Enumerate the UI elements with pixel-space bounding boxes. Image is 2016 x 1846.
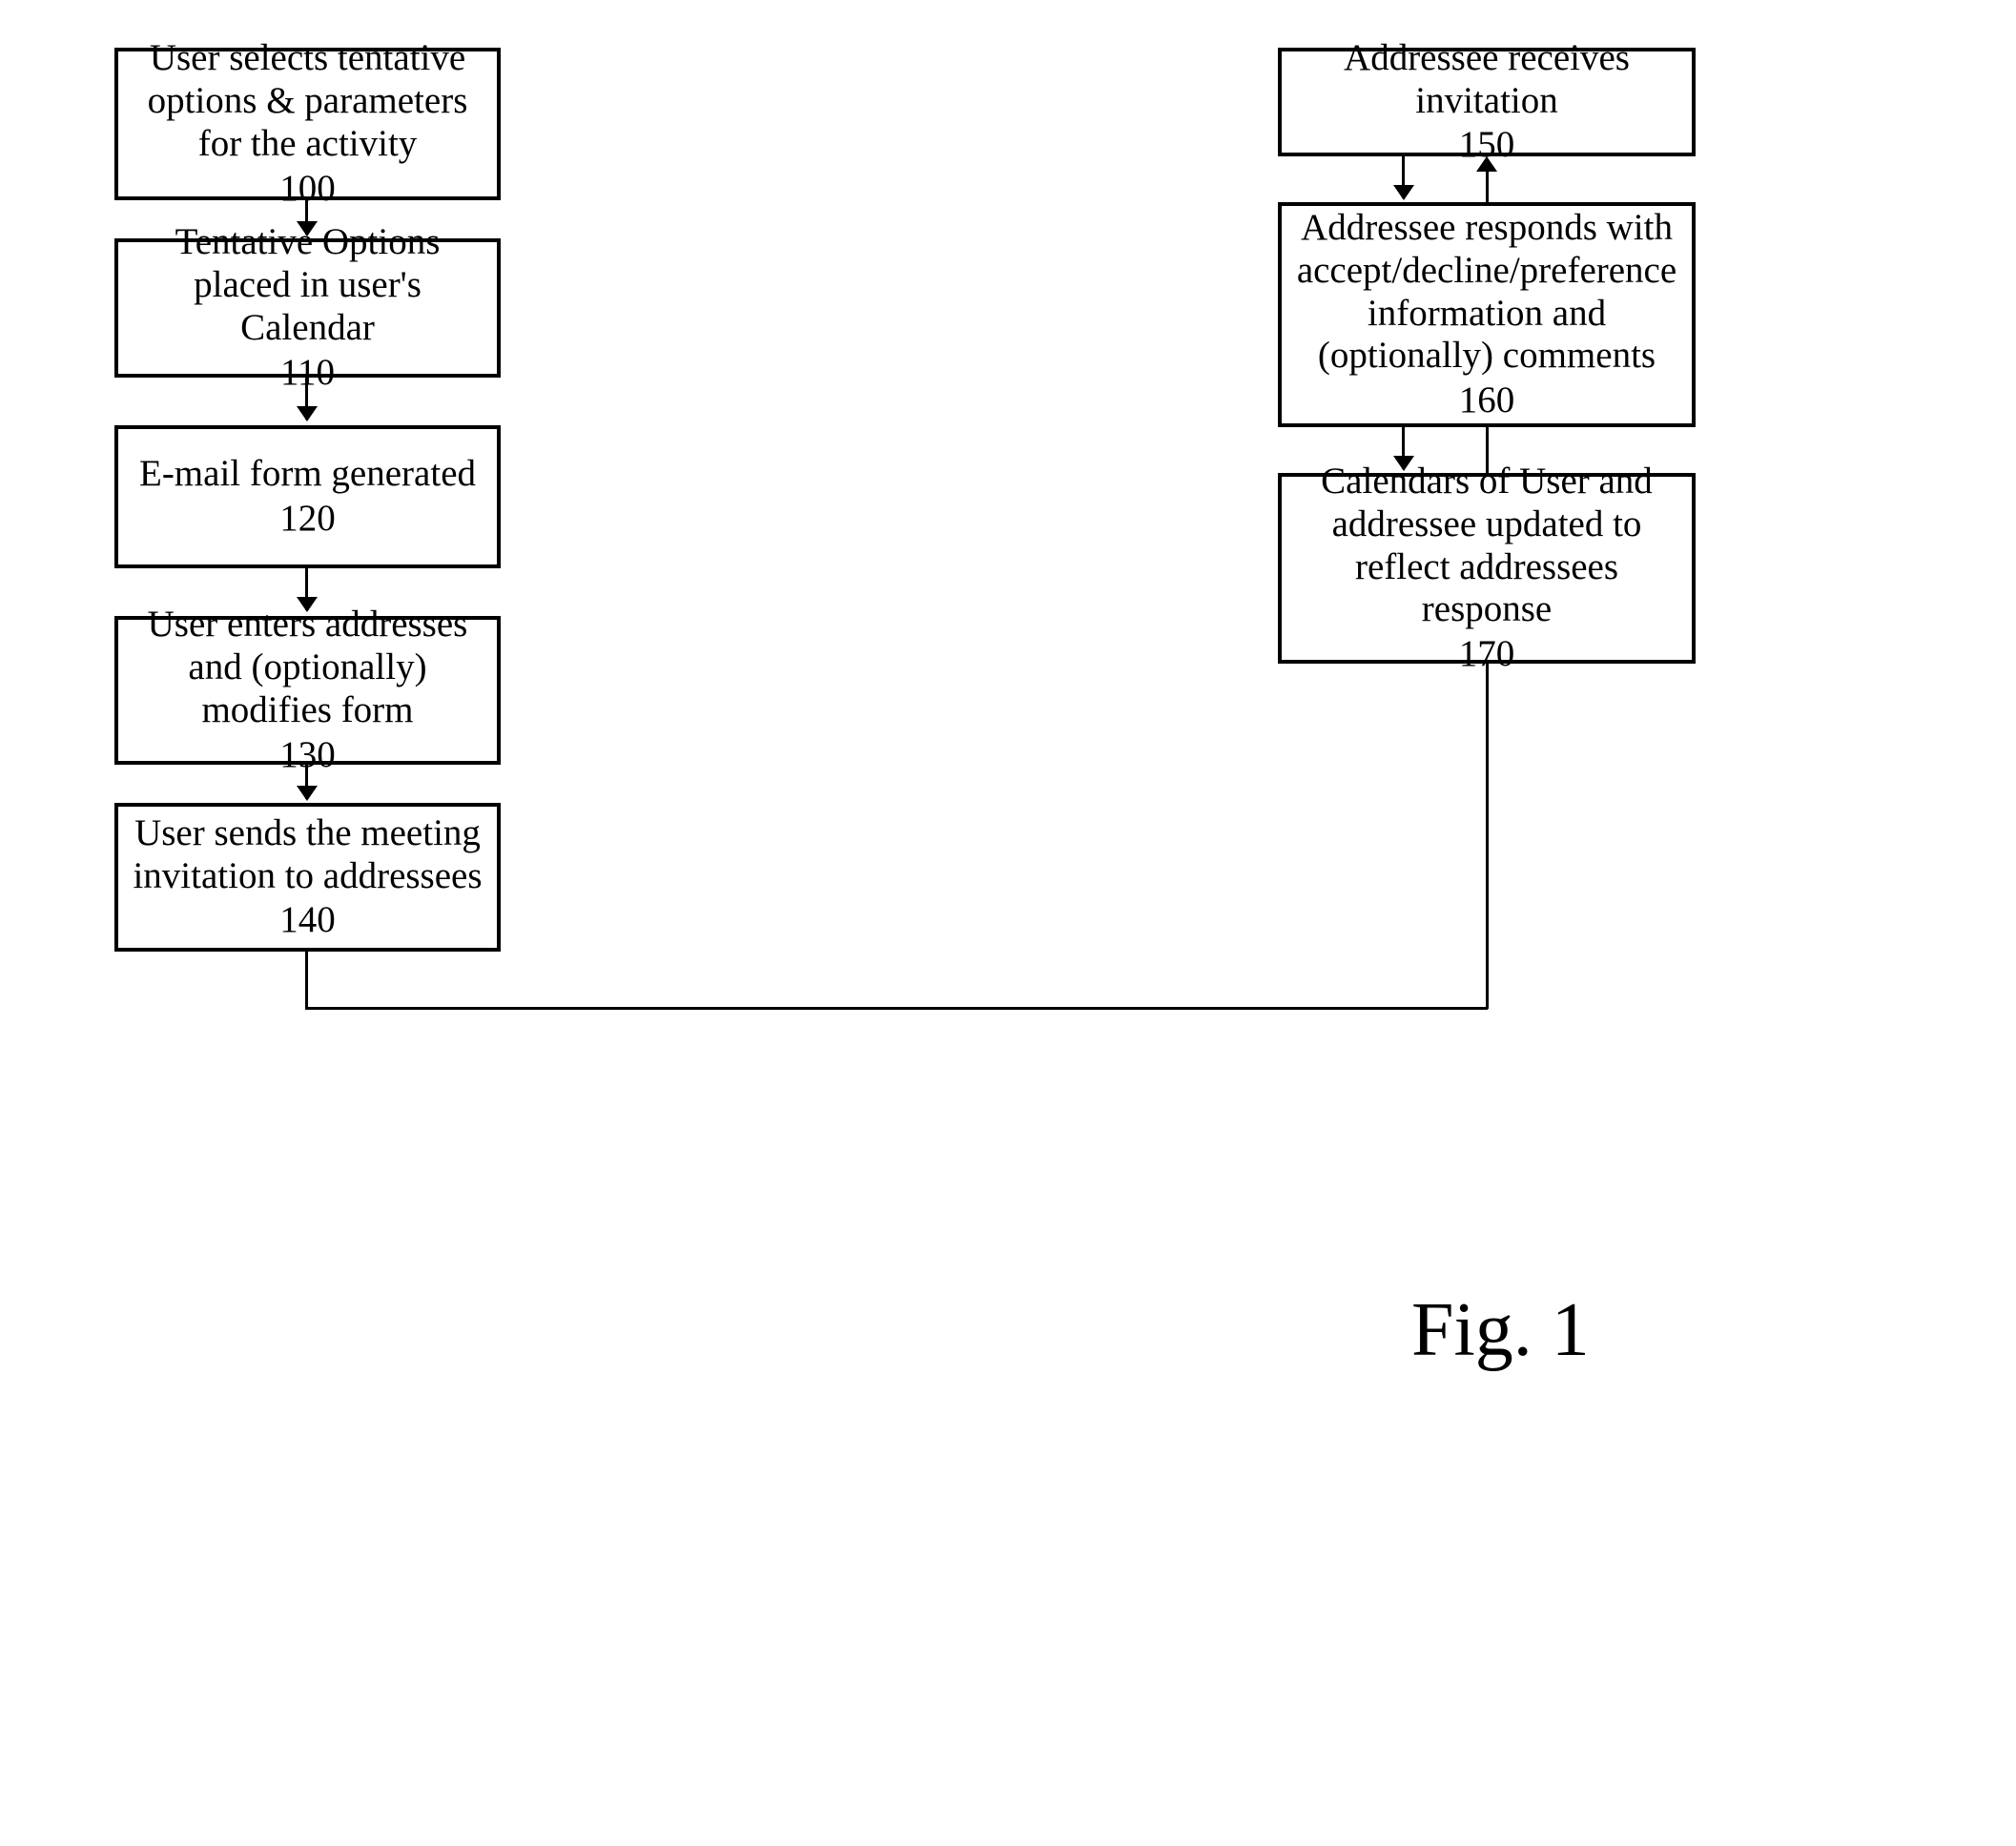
connector-140-down bbox=[305, 952, 308, 1007]
flow-box-text: User sends the meeting invitation to add… bbox=[130, 812, 485, 898]
flow-box-120: E-mail form generated 120 bbox=[114, 425, 501, 568]
flow-box-100: User selects tentative options & paramet… bbox=[114, 48, 501, 200]
flow-box-ref: 150 bbox=[1459, 124, 1515, 167]
flow-box-text: Tentative Options placed in user's Calen… bbox=[130, 221, 485, 350]
flow-box-text: User selects tentative options & paramet… bbox=[130, 37, 485, 166]
flow-box-text: E-mail form generated bbox=[139, 453, 476, 496]
flow-box-ref: 120 bbox=[279, 498, 336, 541]
flow-box-text: Addressee responds with accept/decline/p… bbox=[1293, 207, 1680, 378]
figure-label: Fig. 1 bbox=[1411, 1287, 1590, 1374]
flow-box-ref: 140 bbox=[279, 899, 336, 942]
arrow-110-120 bbox=[305, 378, 308, 420]
flow-box-ref: 170 bbox=[1459, 633, 1515, 676]
flow-box-text: Addressee receives invitation bbox=[1293, 37, 1680, 123]
flow-box-ref: 160 bbox=[1459, 379, 1515, 422]
flowchart-diagram: User selects tentative options & paramet… bbox=[114, 48, 1926, 1097]
flow-box-170: Calendars of User and addressee updated … bbox=[1278, 473, 1696, 664]
flow-box-140: User sends the meeting invitation to add… bbox=[114, 803, 501, 952]
arrow-150-160 bbox=[1402, 156, 1405, 198]
connector-horizontal bbox=[305, 1007, 1488, 1010]
flow-box-130: User enters addresses and (optionally) m… bbox=[114, 616, 501, 765]
flow-box-110: Tentative Options placed in user's Calen… bbox=[114, 238, 501, 378]
flow-box-text: Calendars of User and addressee updated … bbox=[1293, 461, 1680, 631]
arrow-130-140 bbox=[305, 765, 308, 799]
flow-box-160: Addressee responds with accept/decline/p… bbox=[1278, 202, 1696, 427]
flow-box-150: Addressee receives invitation 150 bbox=[1278, 48, 1696, 156]
flow-box-text: User enters addresses and (optionally) m… bbox=[130, 604, 485, 732]
